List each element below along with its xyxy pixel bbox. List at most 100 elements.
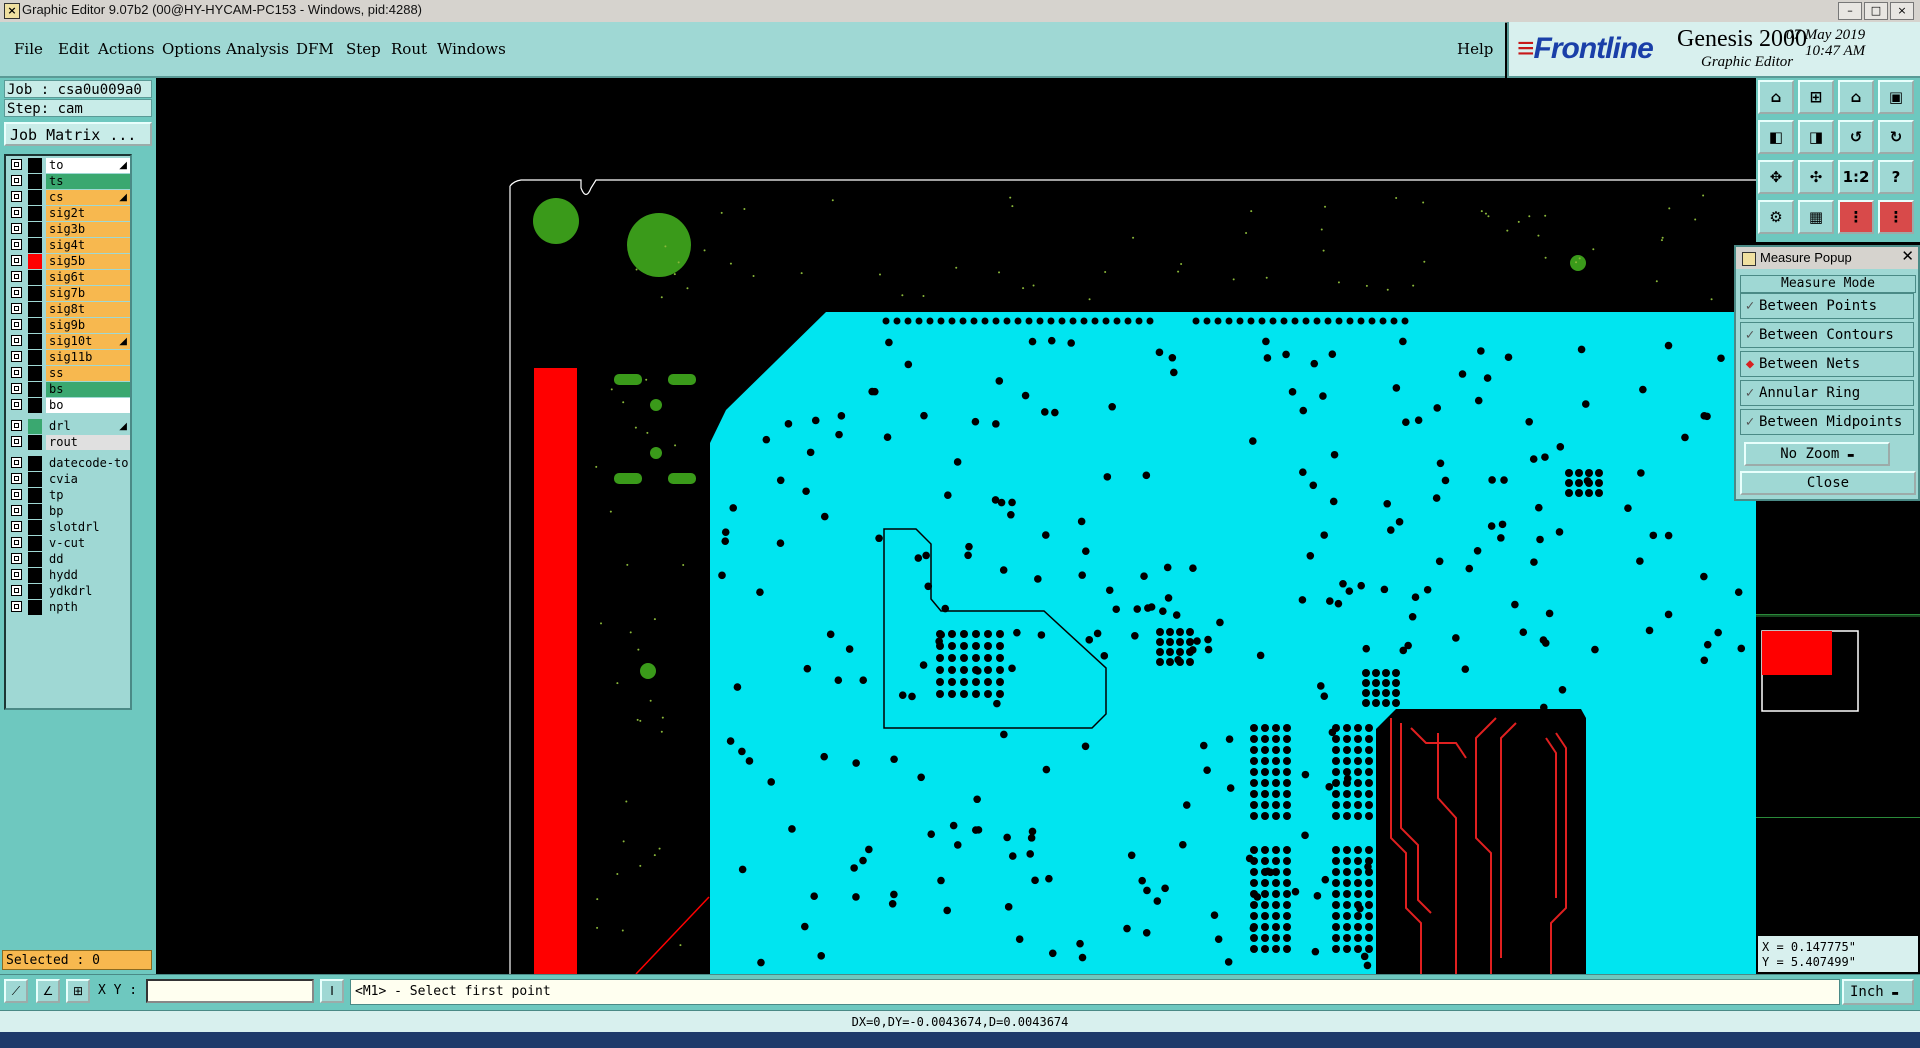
layer-color-swatch[interactable] xyxy=(28,488,42,503)
layer-checkbox[interactable] xyxy=(11,207,22,218)
snap-icon[interactable]: ⋮ xyxy=(1838,200,1874,234)
layer-row[interactable]: to ◢ xyxy=(10,158,130,173)
layer-color-swatch[interactable] xyxy=(28,536,42,551)
layer-color-swatch[interactable] xyxy=(28,382,42,397)
menu-step[interactable]: Step xyxy=(346,40,381,58)
layer-name[interactable]: hydd xyxy=(46,568,130,583)
layer-color-swatch[interactable] xyxy=(28,472,42,487)
overview-map[interactable] xyxy=(1756,614,1920,818)
layer-name[interactable]: drl ◢ xyxy=(46,419,130,434)
menu-edit[interactable]: Edit xyxy=(58,40,89,58)
layer-name[interactable]: sig11b xyxy=(46,350,130,365)
center-icon[interactable]: ✣ xyxy=(1798,160,1834,194)
option-between-points[interactable]: ✓ Between Points xyxy=(1740,293,1914,319)
menu-options[interactable]: Options xyxy=(162,40,221,58)
option-between-contours[interactable]: ✓ Between Contours xyxy=(1740,322,1914,348)
layer-checkbox[interactable] xyxy=(11,319,22,330)
layer-row[interactable]: sig6t xyxy=(10,270,130,285)
layer-color-swatch[interactable] xyxy=(28,222,42,237)
layer-name[interactable]: sig2t xyxy=(46,206,130,221)
layer-name[interactable]: sig3b xyxy=(46,222,130,237)
layer-row[interactable]: bs xyxy=(10,382,130,397)
menu-help[interactable]: Help xyxy=(1457,40,1493,58)
layer-checkbox[interactable] xyxy=(11,335,22,346)
layer-color-swatch[interactable] xyxy=(28,174,42,189)
settings-icon[interactable]: ⚙ xyxy=(1758,200,1794,234)
layer-checkbox[interactable] xyxy=(11,383,22,394)
layer-name[interactable]: sig8t xyxy=(46,302,130,317)
layer-color-swatch[interactable] xyxy=(28,286,42,301)
layer-name[interactable]: ts xyxy=(46,174,130,189)
layer-checkbox[interactable] xyxy=(11,505,22,516)
layer-color-swatch[interactable] xyxy=(28,504,42,519)
layer-checkbox[interactable] xyxy=(11,367,22,378)
layer-row[interactable]: sig7b xyxy=(10,286,130,301)
layer-row[interactable]: cs ◢ xyxy=(10,190,130,205)
layer-name[interactable]: slotdrl xyxy=(46,520,130,535)
layer-color-swatch[interactable] xyxy=(28,318,42,333)
layer-row[interactable]: sig3b xyxy=(10,222,130,237)
layer-name[interactable]: bo xyxy=(46,398,130,413)
layer-checkbox[interactable] xyxy=(11,436,22,447)
layer-checkbox[interactable] xyxy=(11,489,22,500)
close-window-button[interactable]: × xyxy=(1890,2,1914,20)
layer-name[interactable]: bs xyxy=(46,382,130,397)
layer-name[interactable]: sig5b xyxy=(46,254,130,269)
layer-name[interactable]: v-cut xyxy=(46,536,130,551)
layer-checkbox[interactable] xyxy=(11,457,22,468)
maximize-button[interactable]: □ xyxy=(1864,2,1888,20)
layer-row[interactable]: npth xyxy=(10,600,130,615)
layer-row[interactable]: drl ◢ xyxy=(10,419,130,434)
layer-checkbox[interactable] xyxy=(11,159,22,170)
layer-row[interactable]: sig10t ◢ xyxy=(10,334,130,349)
layer-row[interactable]: sig4t xyxy=(10,238,130,253)
layer-name[interactable]: ydkdrl xyxy=(46,584,130,599)
layer-color-swatch[interactable] xyxy=(28,568,42,583)
layer-color-swatch[interactable] xyxy=(28,366,42,381)
angle-tool-icon[interactable]: ∠ xyxy=(36,979,60,1003)
layer-color-swatch[interactable] xyxy=(28,584,42,599)
layer-name[interactable]: cs ◢ xyxy=(46,190,130,205)
pcb-view[interactable] xyxy=(156,78,1756,974)
layer-row[interactable]: datecode-to xyxy=(10,456,130,471)
option-between-nets[interactable]: ◆ Between Nets xyxy=(1740,351,1914,377)
layer-color-swatch[interactable] xyxy=(28,254,42,269)
layer-row[interactable]: ss xyxy=(10,366,130,381)
layer-row[interactable]: slotdrl xyxy=(10,520,130,535)
layer-name[interactable]: cvia xyxy=(46,472,130,487)
grid-icon[interactable]: ▦ xyxy=(1798,200,1834,234)
layer-name[interactable]: tp xyxy=(46,488,130,503)
layer-checkbox[interactable] xyxy=(11,601,22,612)
layer-checkbox[interactable] xyxy=(11,287,22,298)
layer-color-swatch[interactable] xyxy=(28,398,42,413)
layer-checkbox[interactable] xyxy=(11,521,22,532)
menu-actions[interactable]: Actions xyxy=(98,40,154,58)
pan-left-icon[interactable]: ◧ xyxy=(1758,120,1794,154)
layer-color-swatch[interactable] xyxy=(28,456,42,471)
layer-color-swatch[interactable] xyxy=(28,270,42,285)
layer-checkbox[interactable] xyxy=(11,271,22,282)
layer-color-swatch[interactable] xyxy=(28,206,42,221)
layer-row[interactable]: sig8t xyxy=(10,302,130,317)
layer-row[interactable]: sig11b xyxy=(10,350,130,365)
zoom-home-icon[interactable]: ⌂ xyxy=(1758,80,1794,114)
layer-checkbox[interactable] xyxy=(11,239,22,250)
layer-checkbox[interactable] xyxy=(11,473,22,484)
layer-checkbox[interactable] xyxy=(11,553,22,564)
layer-row[interactable]: v-cut xyxy=(10,536,130,551)
graphic-canvas[interactable] xyxy=(156,78,1756,974)
menu-file[interactable]: File xyxy=(14,40,43,58)
close-button[interactable]: Close xyxy=(1740,471,1916,495)
snap-grid-icon[interactable]: ⊞ xyxy=(66,979,90,1003)
layer-color-swatch[interactable] xyxy=(28,435,42,450)
layer-checkbox[interactable] xyxy=(11,585,22,596)
fit-icon[interactable]: ✥ xyxy=(1758,160,1794,194)
layer-color-swatch[interactable] xyxy=(28,600,42,615)
measure-icon[interactable]: ⋮ xyxy=(1878,200,1914,234)
xy-input[interactable] xyxy=(146,979,314,1003)
window-icon[interactable]: ▣ xyxy=(1878,80,1914,114)
home-icon[interactable]: ⌂ xyxy=(1838,80,1874,114)
layer-color-swatch[interactable] xyxy=(28,302,42,317)
ratio-button[interactable]: 1:2 xyxy=(1838,160,1874,194)
layer-row[interactable]: rout xyxy=(10,435,130,450)
